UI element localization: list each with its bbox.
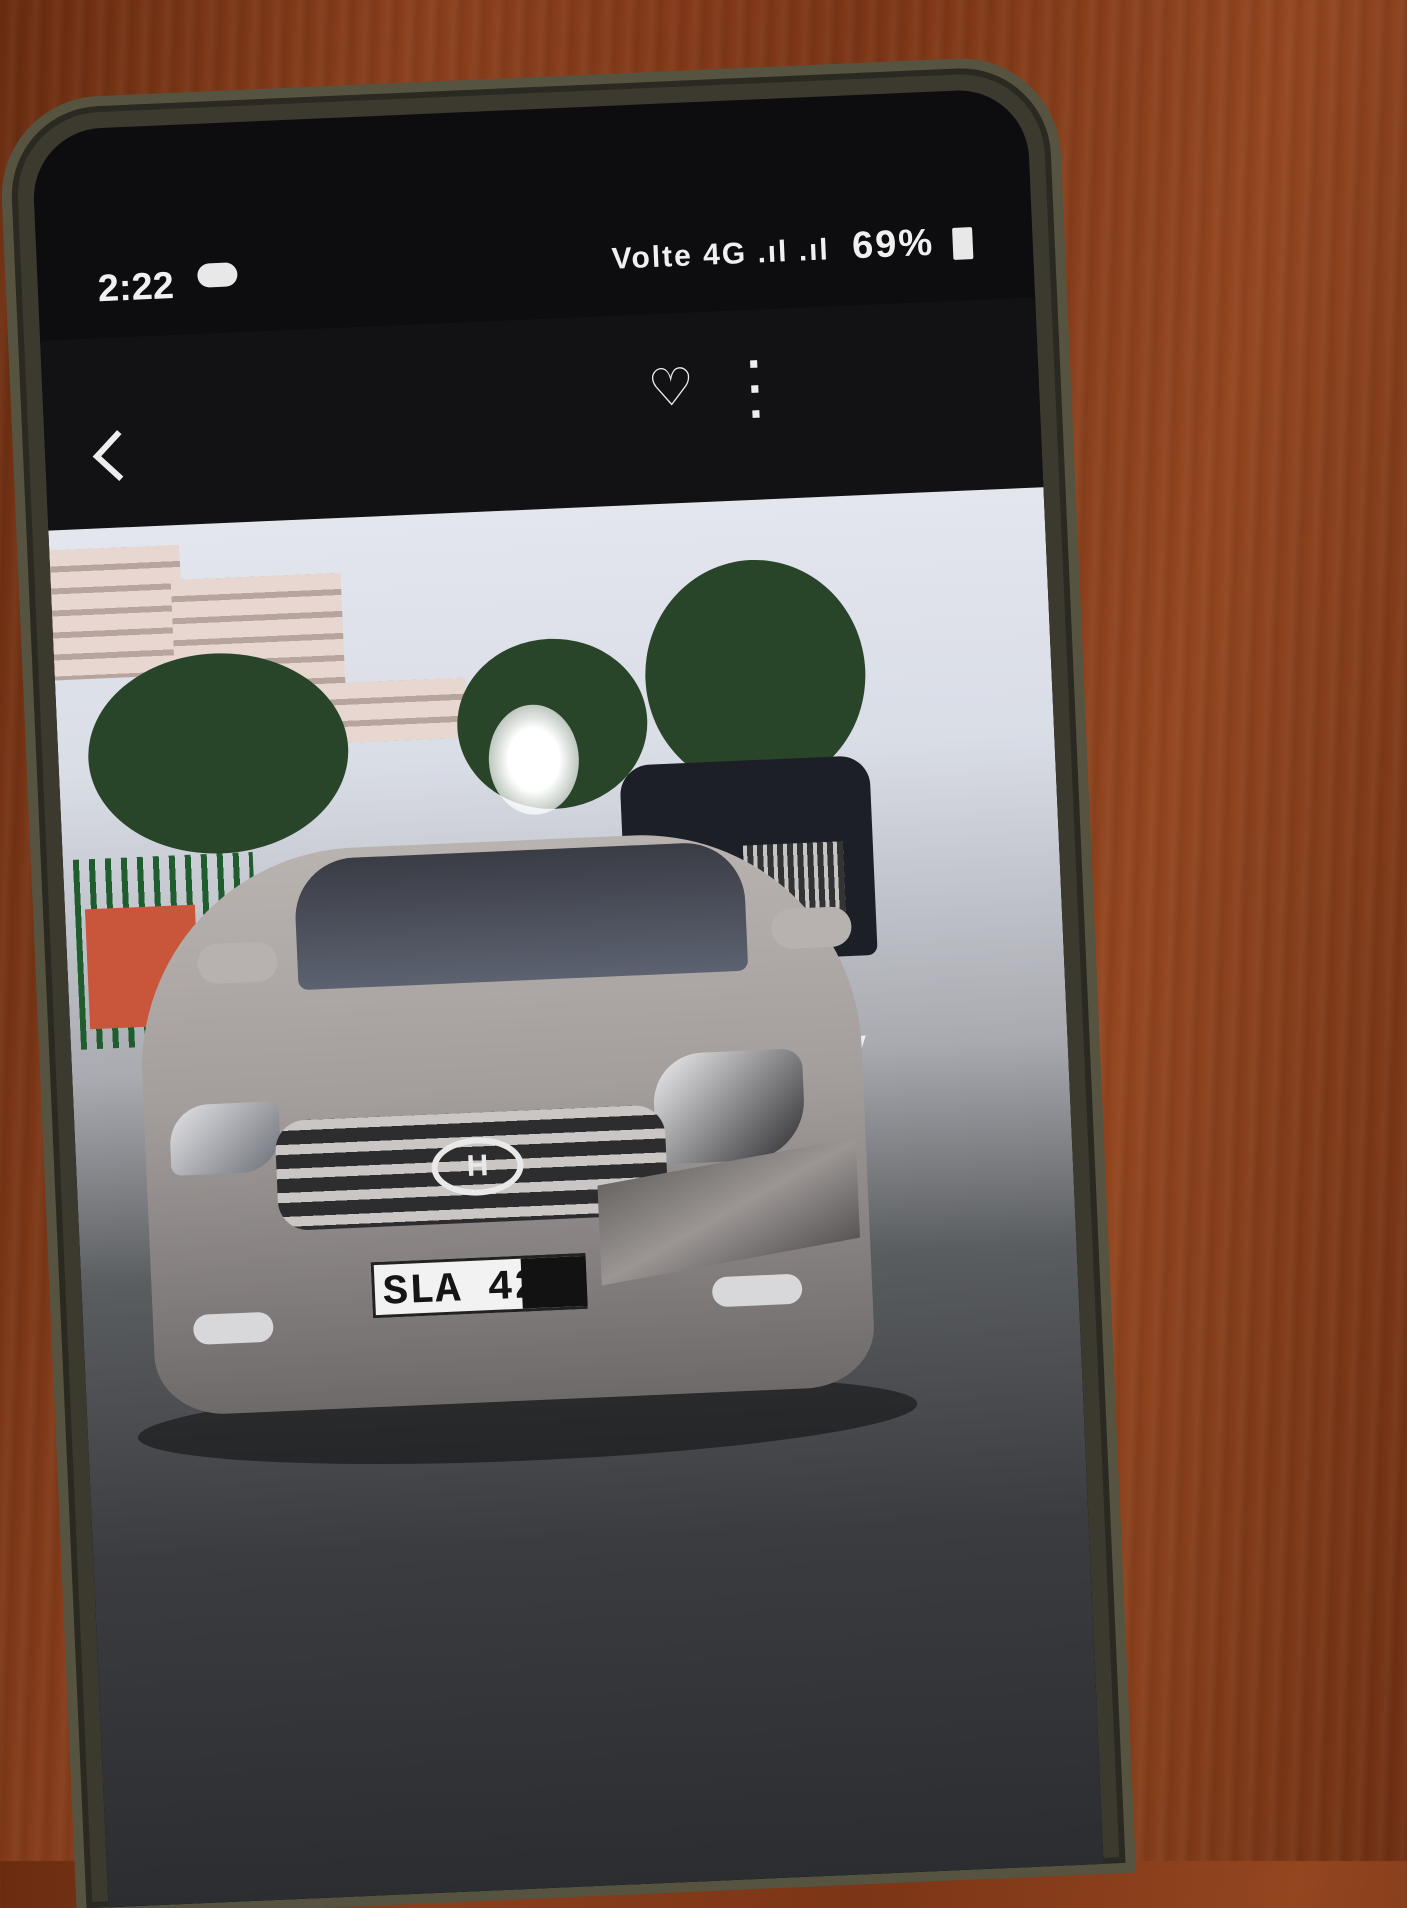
signal-icon: Volte 4G .ıl .ıl bbox=[611, 233, 831, 276]
photo-viewer-image[interactable]: H SLA 429 bbox=[48, 487, 1104, 1908]
building-left bbox=[49, 544, 185, 681]
license-plate-redaction bbox=[520, 1255, 588, 1309]
more-options-icon[interactable]: · · · bbox=[746, 335, 767, 442]
status-right-group: Volte 4G .ıl .ıl 69% bbox=[611, 220, 974, 279]
heart-icon[interactable]: ♡ bbox=[646, 357, 696, 419]
building-far bbox=[345, 677, 468, 743]
cloud-icon bbox=[196, 262, 238, 288]
battery-percent: 69% bbox=[851, 221, 936, 268]
back-icon[interactable] bbox=[92, 430, 144, 481]
fog-light-left bbox=[192, 1311, 274, 1346]
fog-light-right bbox=[711, 1273, 803, 1308]
status-time: 2:22 bbox=[96, 264, 175, 311]
battery-icon bbox=[952, 227, 974, 260]
car-mirror-right bbox=[770, 906, 853, 950]
car-mirror-left bbox=[196, 941, 279, 985]
car-windshield bbox=[292, 840, 749, 991]
phone-screen: 2:22 Volte 4G .ıl .ıl 69% ♡ · · · H SLA … bbox=[30, 87, 1104, 1908]
phone-device: 2:22 Volte 4G .ıl .ıl 69% ♡ · · · H SLA … bbox=[8, 64, 1126, 1908]
